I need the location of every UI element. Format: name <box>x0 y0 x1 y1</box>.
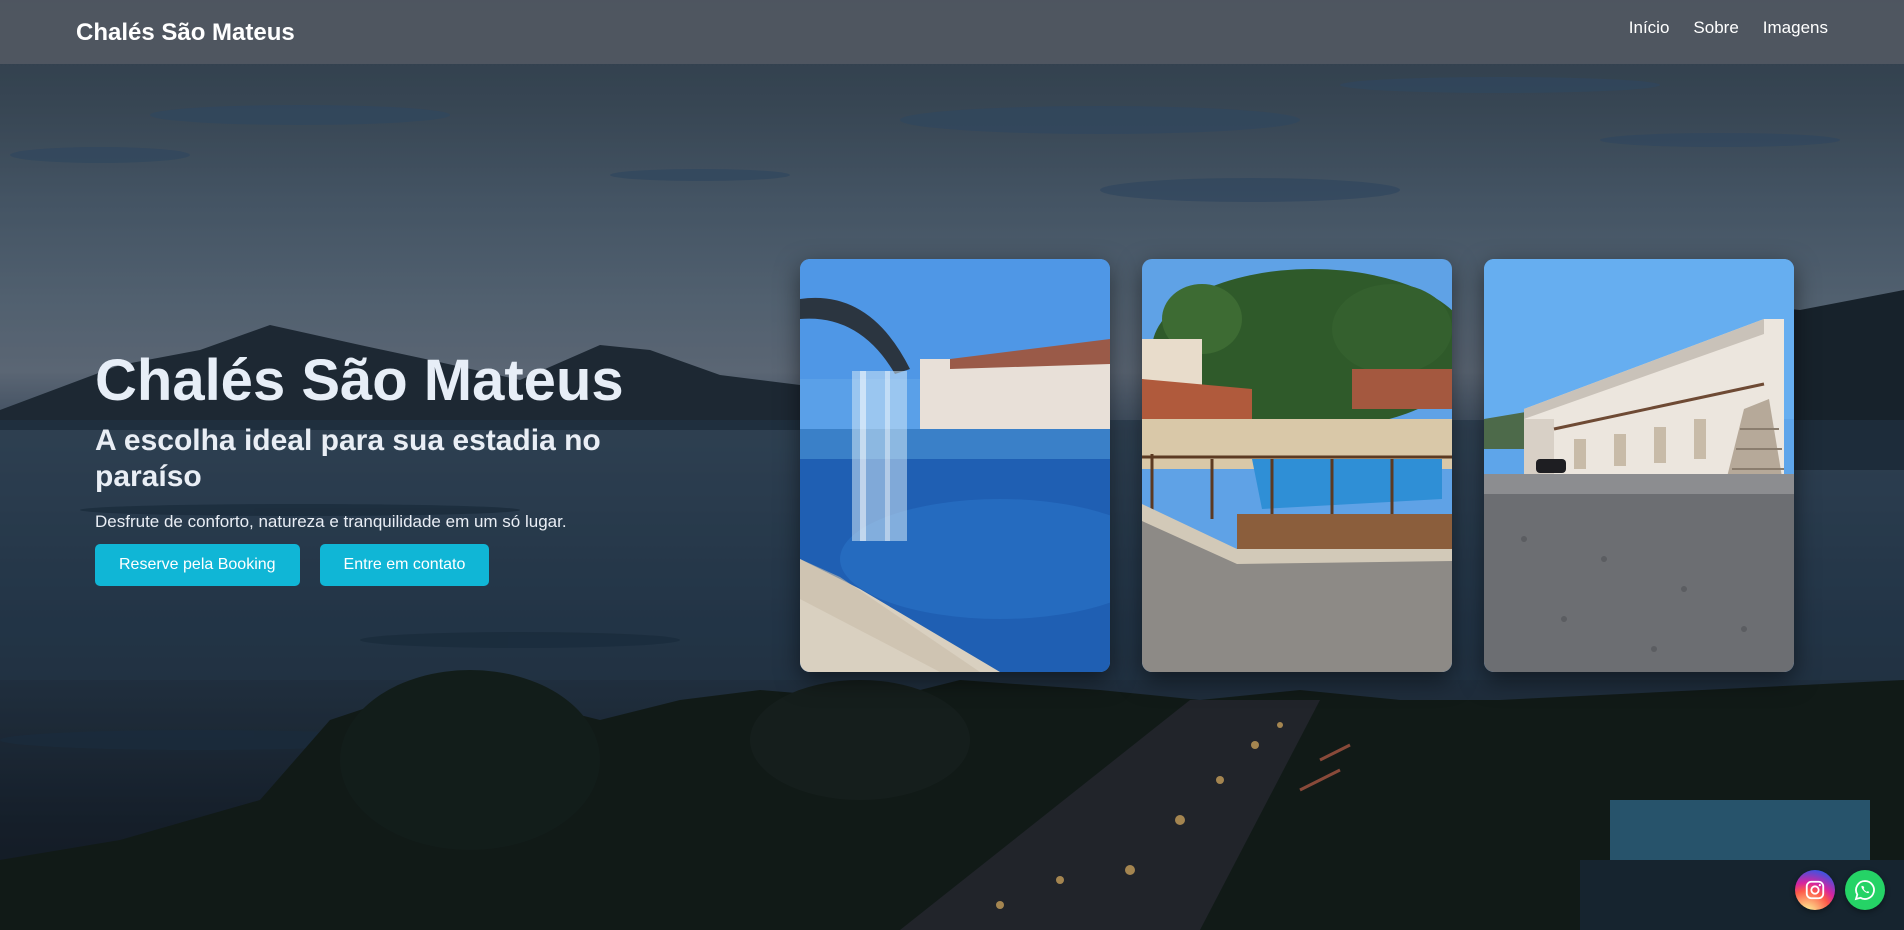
page: Chalés São Mateus Início Sobre Imagens C… <box>0 0 1904 930</box>
brand-logo-link[interactable]: Chalés São Mateus <box>76 19 295 47</box>
nav-link-sobre[interactable]: Sobre <box>1693 18 1738 38</box>
whatsapp-icon <box>1854 880 1875 901</box>
gallery-image-chalet-building[interactable] <box>1484 259 1794 672</box>
hero-section: Chalés São Mateus A escolha ideal para s… <box>95 348 695 586</box>
whatsapp-button[interactable] <box>1845 870 1885 910</box>
instagram-button[interactable] <box>1795 870 1835 910</box>
nav-link-inicio[interactable]: Início <box>1629 18 1670 38</box>
booking-button[interactable]: Reserve pela Booking <box>95 543 300 586</box>
pool-waterfall-photo-icon <box>800 259 1110 672</box>
chalet-building-photo-icon <box>1484 259 1794 672</box>
hero-title: Chalés São Mateus <box>95 348 624 413</box>
gallery-image-pool-deck[interactable] <box>1142 259 1452 672</box>
hero-description: Desfrute de conforto, natureza e tranqui… <box>95 511 567 531</box>
contact-button[interactable]: Entre em contato <box>319 543 490 586</box>
gallery-image-pool-waterfall[interactable] <box>800 259 1110 672</box>
nav-links: Início Sobre Imagens <box>1629 18 1828 38</box>
hero-buttons: Reserve pela Booking Entre em contato <box>95 543 695 586</box>
nav-link-imagens[interactable]: Imagens <box>1763 18 1828 38</box>
instagram-icon <box>1805 880 1825 900</box>
navbar: Chalés São Mateus Início Sobre Imagens <box>0 0 1904 64</box>
hero-subtitle: A escolha ideal para sua estadia no para… <box>95 423 601 494</box>
pool-deck-palms-photo-icon <box>1142 259 1452 672</box>
